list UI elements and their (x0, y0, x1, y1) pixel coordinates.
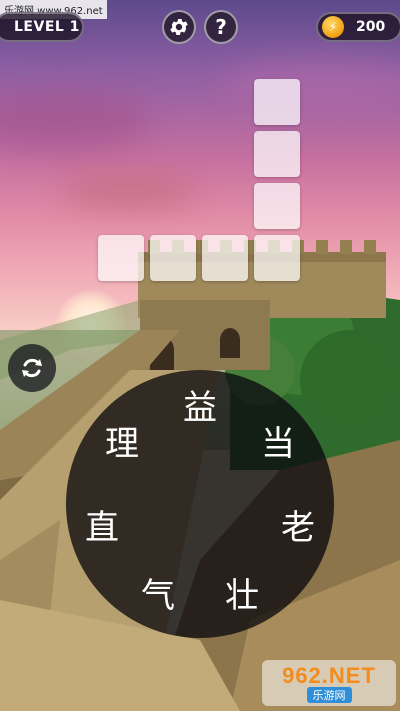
coin-count: 200 (356, 19, 386, 35)
letter-wheel[interactable]: 益 当 老 壮 气 直 理 (66, 370, 334, 638)
shuffle-button[interactable] (8, 344, 56, 392)
letter-button[interactable]: 直 (80, 502, 124, 548)
letter-button[interactable]: 理 (100, 418, 144, 464)
coin-symbol: ⚡ (328, 20, 338, 34)
coin-icon: ⚡ (322, 16, 344, 38)
letter-button[interactable]: 壮 (220, 570, 264, 616)
shuffle-icon (22, 358, 42, 378)
level-indicator: LEVEL 1 (0, 12, 84, 42)
gear-icon (170, 19, 188, 35)
watermark-logo: 962.NET 乐游网 (262, 660, 396, 706)
help-button[interactable]: ? (204, 10, 238, 44)
answer-tile (254, 79, 300, 125)
level-label: LEVEL 1 (14, 19, 80, 35)
watermark-subtitle: 乐游网 (306, 687, 352, 703)
answer-tile (254, 131, 300, 177)
question-icon: ? (215, 15, 227, 39)
answer-tile (202, 235, 248, 281)
letter-button[interactable]: 当 (256, 418, 300, 464)
watermark-brand: 962.NET (282, 663, 376, 688)
answer-tile (98, 235, 144, 281)
answer-tile (254, 235, 300, 281)
settings-button[interactable] (162, 10, 196, 44)
coin-counter[interactable]: ⚡ 200 (316, 12, 400, 42)
letter-button[interactable]: 老 (276, 502, 320, 548)
letter-button[interactable]: 气 (136, 570, 180, 616)
answer-tile (254, 183, 300, 229)
letter-button[interactable]: 益 (178, 382, 222, 428)
answer-tile (150, 235, 196, 281)
